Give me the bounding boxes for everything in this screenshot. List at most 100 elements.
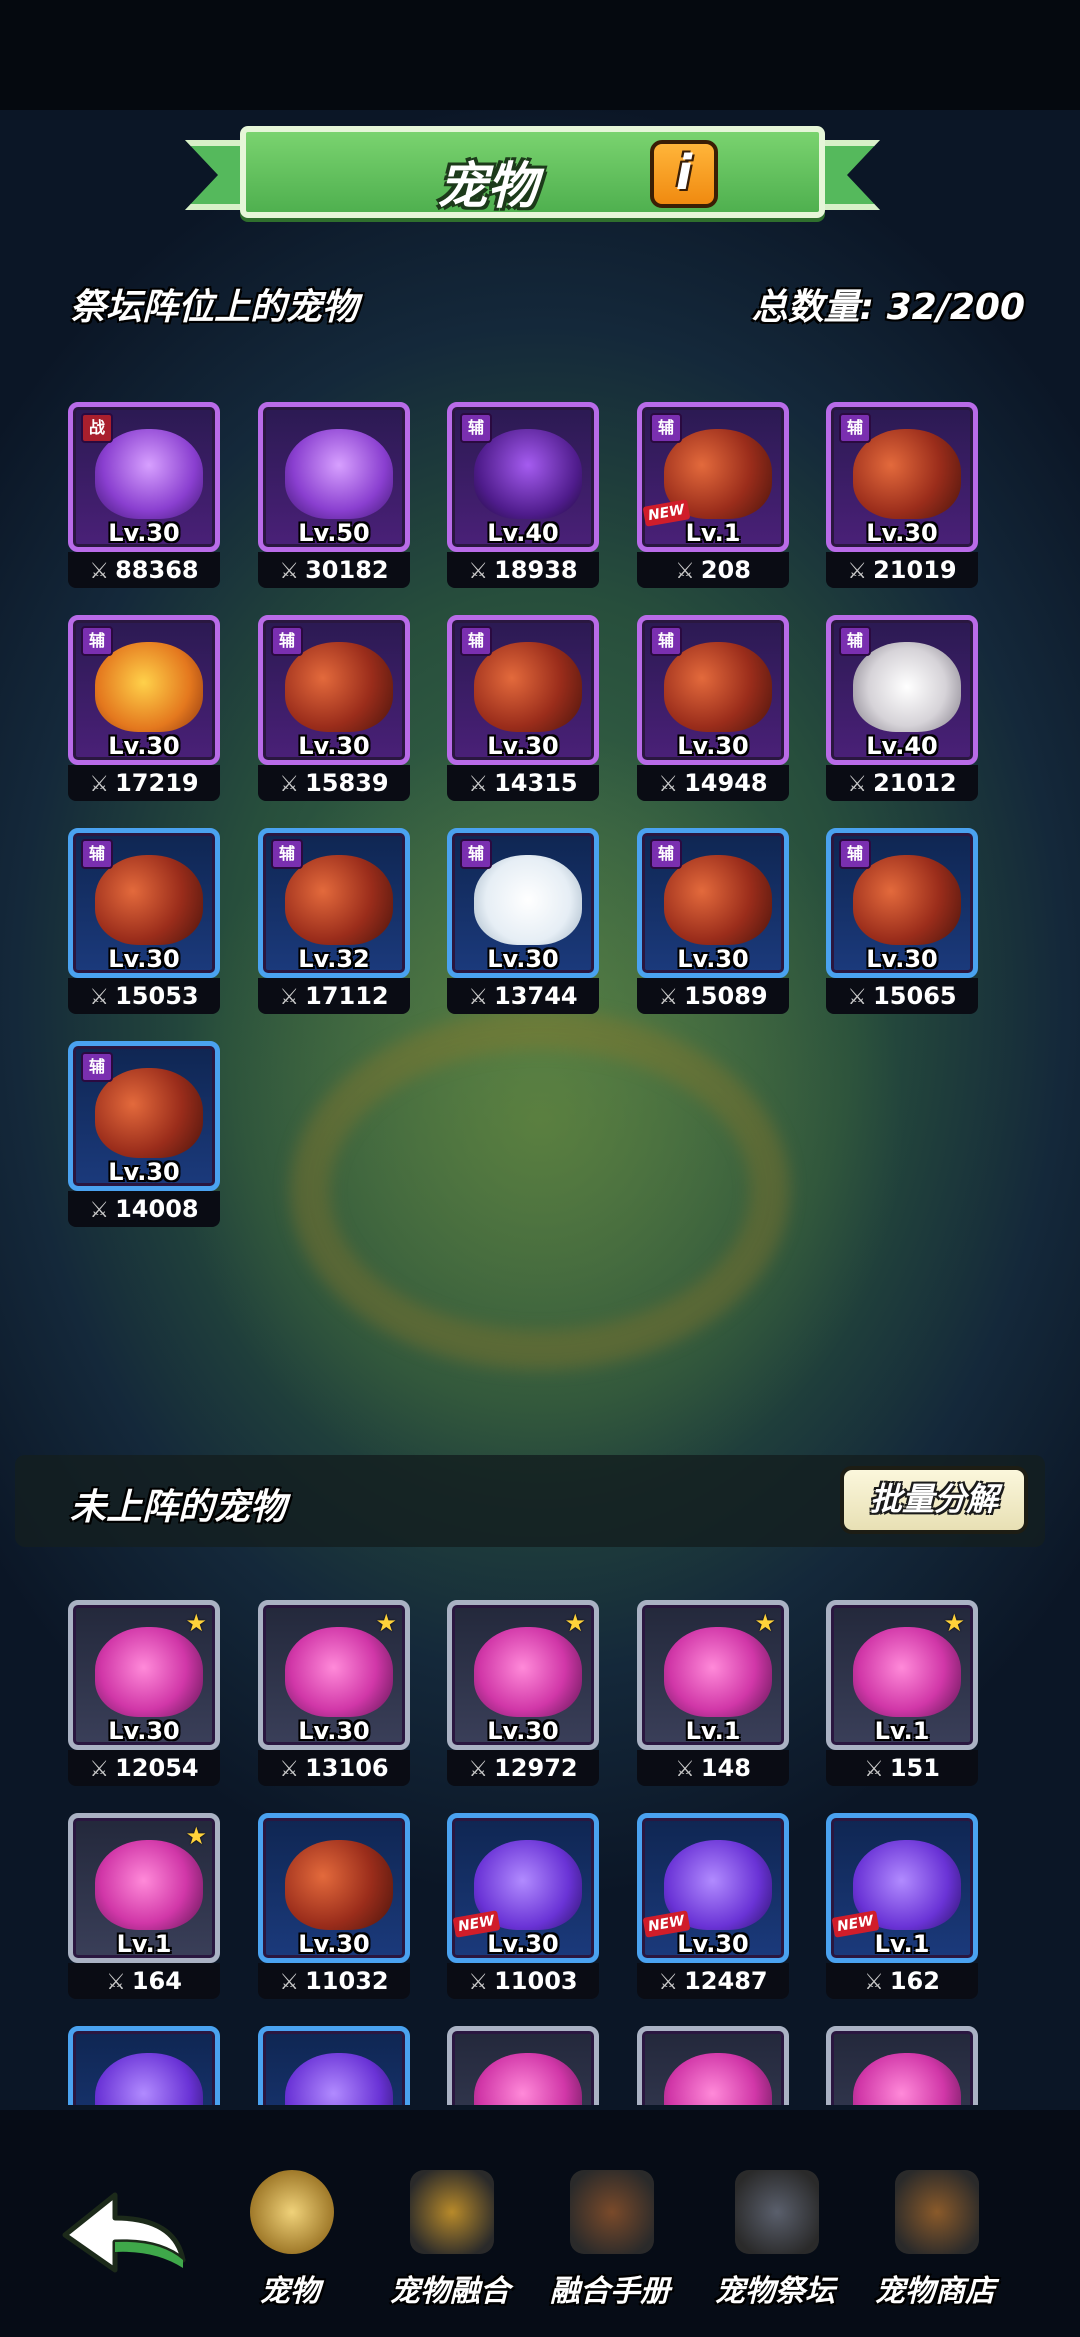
swords-icon: ⚔	[468, 772, 489, 797]
pet-power: ⚔ 17112	[258, 978, 410, 1014]
pet-level: Lv.30	[298, 1717, 370, 1745]
pet-card[interactable]: NEW Lv.30 ⚔ 12487	[637, 1813, 789, 2003]
favorite-star-icon: ★	[185, 1609, 207, 1637]
nav-item[interactable]: 宠物融合	[370, 2170, 530, 2320]
pet-power: ⚔ 15053	[68, 978, 220, 1014]
pet-card[interactable]: 辅 Lv.30 ⚔ 14948	[637, 615, 789, 805]
pet-card[interactable]: 辅 Lv.32 ⚔ 17112	[258, 828, 410, 1018]
book-icon	[570, 2170, 654, 2254]
scorp-pet-icon	[853, 855, 961, 945]
role-badge: 辅	[460, 839, 492, 869]
scorp-pet-icon	[95, 1068, 203, 1158]
pet-card[interactable]: 战 Lv.30 ⚔ 88368	[68, 402, 220, 592]
pet-card[interactable]	[68, 2026, 220, 2105]
unassigned-section-title: 未上阵的宠物	[70, 1487, 287, 1528]
pet-card[interactable]: 辅 Lv.40 ⚔ 21012	[826, 615, 978, 805]
page-title: 宠物	[437, 157, 538, 215]
pet-level: Lv.1	[116, 1930, 172, 1958]
pet-power: ⚔ 164	[68, 1963, 220, 1999]
pet-card[interactable]: NEW Lv.1 ⚔ 162	[826, 1813, 978, 2003]
nav-item[interactable]: 宠物祭坛	[695, 2170, 855, 2320]
pet-card[interactable]	[258, 2026, 410, 2105]
nav-item[interactable]: 宠物商店	[855, 2170, 1015, 2320]
pet-card[interactable]: ★ Lv.30 ⚔ 13106	[258, 1600, 410, 1790]
pet-card[interactable]: 辅 Lv.30 ⚔ 15839	[258, 615, 410, 805]
pet-portrait-frame: 辅 Lv.40	[447, 402, 599, 552]
pet-portrait-frame: 辅 Lv.32	[258, 828, 410, 978]
pet-level: Lv.30	[866, 519, 938, 547]
plant-pet-icon	[664, 1627, 772, 1717]
pet-card[interactable]: ★ Lv.30 ⚔ 12972	[447, 1600, 599, 1790]
pet-portrait-frame: ★ Lv.30	[68, 1600, 220, 1750]
pet-card[interactable]: 辅 Lv.30 ⚔ 17219	[68, 615, 220, 805]
plant-pet-icon	[285, 1627, 393, 1717]
pet-card[interactable]	[447, 2026, 599, 2105]
pet-portrait-frame: 辅 Lv.30	[258, 615, 410, 765]
pet-card[interactable]: ★ Lv.30 ⚔ 12054	[68, 1600, 220, 1790]
pet-card[interactable]: ★ Lv.1 ⚔ 151	[826, 1600, 978, 1790]
pet-card[interactable]: 辅 Lv.30 ⚔ 14315	[447, 615, 599, 805]
pet-card[interactable]: 辅 Lv.30 ⚔ 21019	[826, 402, 978, 592]
pet-portrait-frame: 辅 Lv.30	[68, 1041, 220, 1191]
pet-card[interactable]: 辅 Lv.30 ⚔ 13744	[447, 828, 599, 1018]
pet-level: Lv.30	[677, 1930, 749, 1958]
bear-pet-icon	[474, 855, 582, 945]
pet-level: Lv.30	[677, 732, 749, 760]
pet-portrait-frame: ★ Lv.30	[258, 1600, 410, 1750]
pet-portrait-frame: ★ Lv.30	[447, 1600, 599, 1750]
pet-level: Lv.40	[866, 732, 938, 760]
nav-item[interactable]: 融合手册	[530, 2170, 690, 2320]
scorp-pet-icon	[95, 855, 203, 945]
role-badge: 辅	[650, 413, 682, 443]
wolf-pet-icon	[95, 2053, 203, 2105]
pet-card[interactable]	[826, 2026, 978, 2105]
pet-portrait-frame	[826, 2026, 978, 2105]
status-bar-area	[0, 0, 1080, 110]
fusion-icon	[410, 2170, 494, 2254]
pet-portrait-frame: NEW Lv.1	[826, 1813, 978, 1963]
swords-icon: ⚔	[658, 772, 679, 797]
pet-card[interactable]: 辅 Lv.30 ⚔ 15065	[826, 828, 978, 1018]
pet-card[interactable]: ★ Lv.1 ⚔ 148	[637, 1600, 789, 1790]
pet-portrait-frame: 辅 Lv.30	[826, 402, 978, 552]
pet-power: ⚔ 12487	[637, 1963, 789, 1999]
pet-card[interactable]: Lv.30 ⚔ 11032	[258, 1813, 410, 2003]
pet-level: Lv.1	[874, 1930, 930, 1958]
swords-icon: ⚔	[658, 985, 679, 1010]
altar-section-title: 祭坛阵位上的宠物	[70, 287, 359, 328]
pet-card[interactable]	[637, 2026, 789, 2105]
pet-portrait-frame: 辅 Lv.40	[826, 615, 978, 765]
role-badge: 辅	[839, 839, 871, 869]
pet-card[interactable]: 辅 NEW Lv.1 ⚔ 208	[637, 402, 789, 592]
pet-portrait-frame: 辅 Lv.30	[68, 828, 220, 978]
nav-item-label: 宠物融合	[390, 2274, 510, 2309]
pet-portrait-frame	[68, 2026, 220, 2105]
scorp-pet-icon	[664, 642, 772, 732]
nav-item-label: 宠物祭坛	[715, 2274, 835, 2309]
pet-power: ⚔ 12972	[447, 1750, 599, 1786]
pet-card[interactable]: 辅 Lv.40 ⚔ 18938	[447, 402, 599, 592]
pet-portrait-frame: NEW Lv.30	[447, 1813, 599, 1963]
pet-card[interactable]: Lv.50 ⚔ 30182	[258, 402, 410, 592]
pet-level: Lv.1	[874, 1717, 930, 1745]
pet-level: Lv.30	[487, 1717, 559, 1745]
back-arrow-icon[interactable]	[55, 2180, 195, 2280]
plant-pet-icon	[474, 1627, 582, 1717]
pet-card[interactable]: 辅 Lv.30 ⚔ 15053	[68, 828, 220, 1018]
pet-card[interactable]: ★ Lv.1 ⚔ 164	[68, 1813, 220, 2003]
role-badge: 辅	[650, 839, 682, 869]
scorp-pet-icon	[285, 855, 393, 945]
info-button[interactable]: i	[650, 140, 718, 208]
scorp-pet-icon	[664, 855, 772, 945]
nav-item-label: 宠物	[260, 2274, 320, 2309]
pet-level: Lv.50	[298, 519, 370, 547]
pet-card[interactable]: 辅 Lv.30 ⚔ 14008	[68, 1041, 220, 1231]
octo-pet-icon	[95, 429, 203, 519]
pet-portrait-frame: NEW Lv.30	[637, 1813, 789, 1963]
pet-card[interactable]: 辅 Lv.30 ⚔ 15089	[637, 828, 789, 1018]
bulk-decompose-button[interactable]: 批量分解	[840, 1466, 1028, 1534]
nav-item[interactable]: 宠物	[210, 2170, 370, 2320]
plant-pet-icon	[474, 2053, 582, 2105]
pet-card[interactable]: NEW Lv.30 ⚔ 11003	[447, 1813, 599, 2003]
pet-power: ⚔ 162	[826, 1963, 978, 1999]
